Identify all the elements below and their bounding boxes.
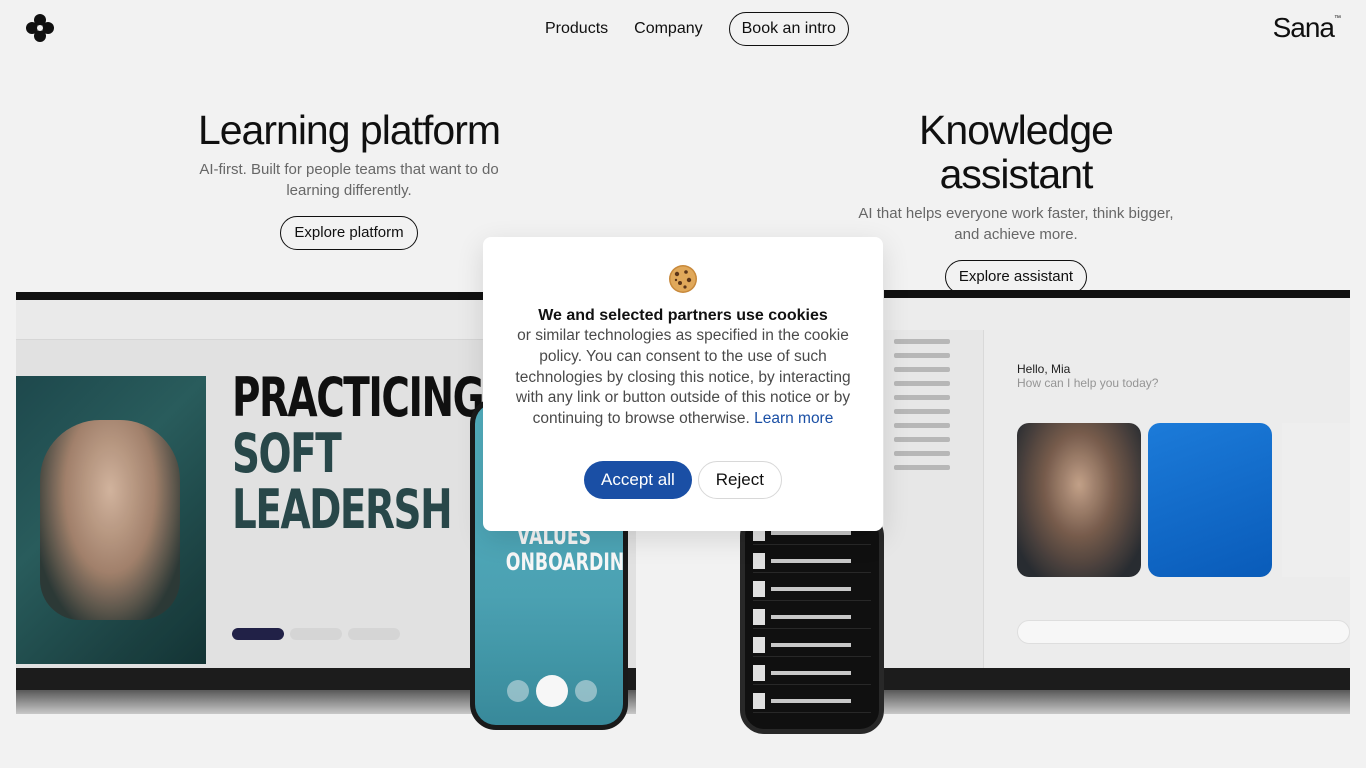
cookie-actions: Accept all Reject — [483, 461, 883, 499]
reject-button[interactable]: Reject — [697, 461, 782, 499]
accept-all-button[interactable]: Accept all — [584, 461, 692, 499]
learn-more-link[interactable]: Learn more — [754, 410, 833, 427]
cookie-body: or similar technologies as specified in … — [509, 326, 857, 430]
cookie-title: We and selected partners use cookies — [538, 307, 828, 324]
cookie-icon — [669, 265, 697, 293]
cookie-consent-modal: We and selected partners use cookies or … — [483, 237, 883, 531]
